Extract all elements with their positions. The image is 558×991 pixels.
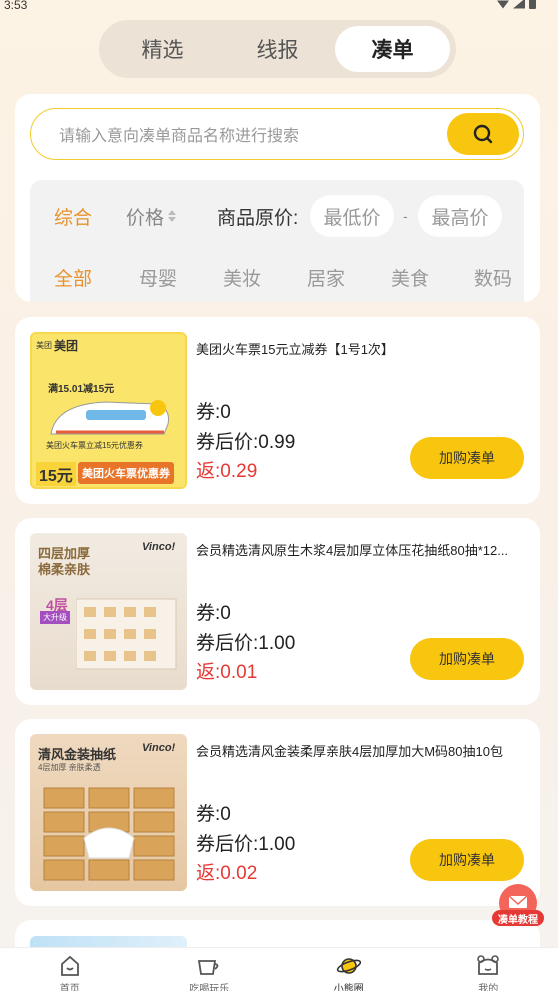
category-home[interactable]: 居家: [307, 264, 345, 291]
thumb-text: 大升级: [40, 611, 70, 624]
thumb-text: 美团火车票立减15元优惠券: [46, 441, 143, 450]
tissue-pack-icon: [76, 598, 177, 670]
category-food[interactable]: 美食: [391, 264, 429, 291]
status-icons: [497, 0, 536, 9]
top-tabs: 精选 线报 凑单: [99, 20, 456, 78]
min-price-input[interactable]: 最低价: [310, 195, 394, 237]
thumb-text: 4层加厚 亲肤柔透: [38, 763, 101, 772]
tutorial-label: 凑单教程: [492, 910, 544, 926]
thumb-text: Vinco!: [142, 541, 176, 553]
nav-label: 吃喝玩乐: [189, 984, 230, 991]
search-button[interactable]: [447, 113, 519, 155]
product-title[interactable]: 美团火车票15元立减券【1号1次】: [196, 339, 526, 358]
coupon-amount: 券:0: [196, 603, 231, 624]
category-row: 全部 母婴 美妆 居家 美食 数码: [30, 264, 524, 302]
original-price-label: 商品原价:: [217, 207, 299, 229]
add-to-bundle-button[interactable]: 加购凑单: [410, 839, 524, 881]
signal-icon: [513, 0, 525, 9]
thumb-text: 美团: [54, 339, 79, 353]
planet-icon: [336, 954, 362, 978]
add-to-bundle-button[interactable]: 加购凑单: [410, 638, 524, 680]
search-card: 请输入意向凑单商品名称进行搜索 综合 价格 商品原价: 最低价 - 最高价 全部…: [15, 94, 540, 302]
battery-icon: [529, 0, 536, 9]
search-icon: [473, 124, 493, 144]
coupon-amount: 券:0: [196, 402, 231, 423]
sort-arrows-icon: [168, 210, 177, 222]
train-icon: [50, 400, 169, 435]
thumb-text: 15元: [36, 462, 76, 486]
after-coupon-price: 券后价:1.00: [196, 834, 296, 855]
rebate-amount: 返:0.01: [196, 662, 258, 683]
status-time: 3:53: [4, 0, 28, 12]
product-card[interactable]: 四层加厚 棉柔亲肤 Vinco! 4层 大升级 会员精选清风原生木浆4层加厚立体…: [15, 518, 540, 705]
filter-panel: 综合 价格 商品原价: 最低价 - 最高价 全部 母婴 美妆 居家 美食 数码: [30, 180, 524, 302]
add-to-bundle-button[interactable]: 加购凑单: [410, 437, 524, 479]
category-baby[interactable]: 母婴: [139, 264, 177, 291]
status-bar: 3:53: [0, 0, 558, 14]
after-coupon-price: 券后价:0.99: [196, 432, 296, 453]
category-all[interactable]: 全部: [54, 264, 92, 291]
product-card[interactable]: 美团 美团 满15.01减15元 美团火车票立减15元优惠券 15元 美团火车票…: [15, 317, 540, 504]
thumb-text: Vinco!: [142, 742, 176, 754]
cup-icon: [196, 954, 222, 978]
tissue-pack-icon: [43, 787, 175, 881]
bear-face-icon: [475, 954, 501, 978]
nav-label: 首页: [59, 984, 80, 991]
tab-deals[interactable]: 线报: [220, 26, 335, 72]
sort-row: 综合 价格 商品原价: 最低价 - 最高价: [30, 194, 524, 238]
coupon-amount: 券:0: [196, 804, 231, 825]
product-title[interactable]: 会员精选清风金装柔厚亲肤4层加厚加大M码80抽10包: [196, 741, 526, 760]
product-title[interactable]: 会员精选清风原生木浆4层加厚立体压花抽纸80抽*12...: [196, 540, 526, 559]
thumb-text: 棉柔亲肤: [38, 562, 91, 577]
max-price-input[interactable]: 最高价: [418, 195, 502, 237]
nav-home[interactable]: 首页: [0, 948, 140, 991]
product-card[interactable]: 清风金装抽纸 4层加厚 亲肤柔透 Vinco! 会员精选清风金装柔厚亲肤4层加厚…: [15, 719, 540, 906]
sort-price-label: 价格: [126, 207, 165, 229]
category-beauty[interactable]: 美妆: [223, 264, 261, 291]
search-input[interactable]: 请输入意向凑单商品名称进行搜索: [30, 108, 524, 160]
product-image: 四层加厚 棉柔亲肤 Vinco! 4层 大升级: [30, 533, 187, 690]
product-image: 清风金装抽纸 4层加厚 亲肤柔透 Vinco!: [30, 734, 187, 891]
product-image: 美团 美团 满15.01减15元 美团火车票立减15元优惠券 15元 美团火车票…: [30, 332, 187, 489]
sort-price[interactable]: 价格: [126, 203, 177, 230]
tab-bundle[interactable]: 凑单: [335, 26, 450, 72]
search-placeholder: 请输入意向凑单商品名称进行搜索: [59, 128, 300, 145]
bottom-nav: 首页 吃喝玩乐 小熊圈 我的: [0, 947, 558, 991]
tab-featured[interactable]: 精选: [105, 26, 220, 72]
nav-food-fun[interactable]: 吃喝玩乐: [140, 948, 280, 991]
rebate-amount: 返:0.02: [196, 863, 258, 884]
rebate-amount: 返:0.29: [196, 461, 258, 482]
thumb-text: 美团: [36, 341, 52, 350]
bundle-tutorial-button[interactable]: 凑单教程: [492, 884, 544, 928]
price-separator: -: [403, 208, 408, 224]
nav-label: 我的: [478, 984, 499, 991]
thumb-text: 清风金装抽纸: [38, 747, 117, 762]
nav-mine[interactable]: 我的: [419, 948, 558, 991]
nav-label: 小熊圈: [333, 984, 364, 991]
home-icon: [57, 954, 83, 978]
sort-default[interactable]: 综合: [54, 203, 92, 230]
wifi-icon: [497, 0, 509, 9]
thumb-text: 满15.01减15元: [48, 384, 115, 395]
after-coupon-price: 券后价:1.00: [196, 633, 296, 654]
category-digital[interactable]: 数码: [474, 264, 512, 291]
thumb-text: 美团火车票优惠券: [78, 462, 174, 484]
nav-bear-circle[interactable]: 小熊圈: [279, 948, 419, 991]
